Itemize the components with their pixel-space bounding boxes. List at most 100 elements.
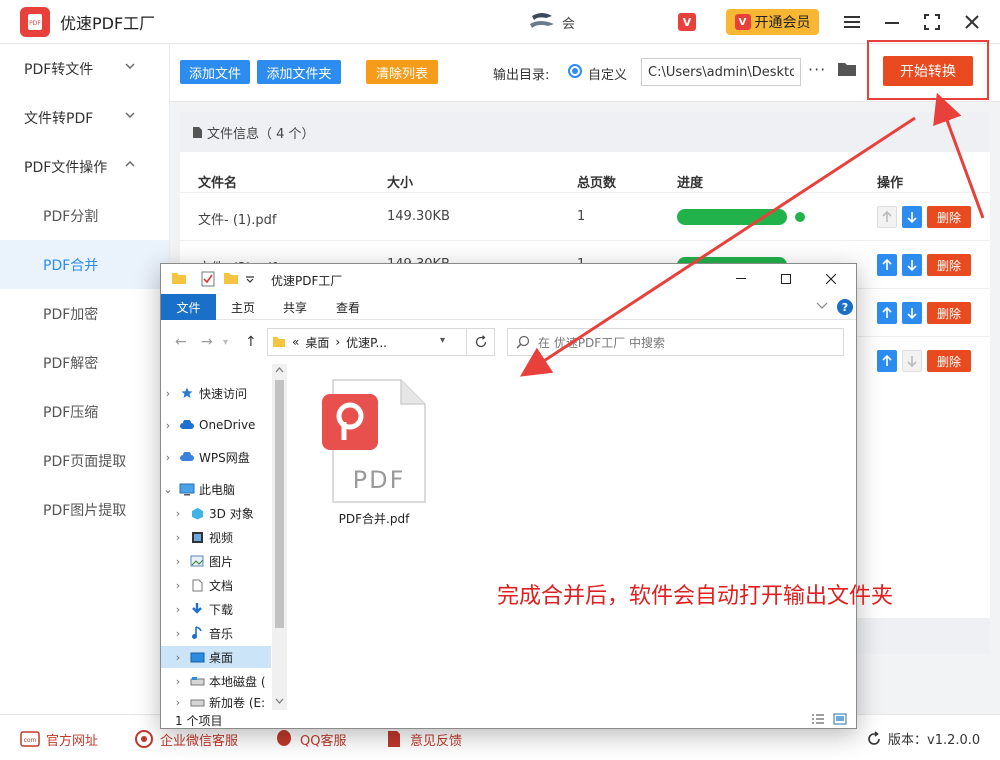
start-convert-button[interactable]: 开始转换: [883, 56, 973, 86]
vip-button[interactable]: V 开通会员: [726, 9, 819, 35]
sidebar-item-pdf-merge[interactable]: PDF合并: [0, 240, 169, 289]
custom-radio[interactable]: [568, 64, 582, 78]
delete-button[interactable]: 删除: [927, 206, 971, 228]
nav-this-pc[interactable]: ⌄ 此电脑: [161, 478, 271, 500]
refresh-button[interactable]: [466, 328, 494, 356]
nav-new-volume[interactable]: › 新加卷 (E:: [161, 694, 271, 710]
explorer-status-bar: 1 个项目: [161, 710, 856, 728]
chevron-down-icon[interactable]: [816, 300, 828, 310]
properties-icon[interactable]: [201, 271, 215, 287]
move-down-icon[interactable]: [902, 206, 922, 228]
version-info[interactable]: 版本：v1.2.0.0: [866, 729, 980, 748]
move-up-icon[interactable]: [877, 302, 897, 324]
nav-music[interactable]: › 音乐: [161, 622, 271, 644]
minimize-icon[interactable]: [880, 10, 904, 34]
sidebar-item-pdf-operations[interactable]: PDF文件操作: [0, 142, 169, 191]
tab-home[interactable]: 主页: [223, 294, 263, 320]
nav-wps-drive[interactable]: › WPS网盘: [161, 446, 271, 468]
search-placeholder: 在 优速PDF工厂 中搜索: [538, 335, 666, 350]
menu-icon[interactable]: [840, 10, 864, 34]
picture-icon: [189, 554, 205, 568]
address-segment-desktop[interactable]: 桌面: [305, 334, 329, 351]
wecom-service-link[interactable]: 企业微信客服: [134, 729, 238, 749]
sidebar-item-pdf-split[interactable]: PDF分割: [0, 191, 169, 240]
nav-scrollbar[interactable]: [272, 364, 287, 710]
move-up-icon[interactable]: [877, 350, 897, 372]
move-up-icon[interactable]: [877, 254, 897, 276]
output-path-input[interactable]: [641, 58, 801, 86]
sidebar-item-pdf-to-file[interactable]: PDF转文件: [0, 44, 169, 93]
scroll-up-icon[interactable]: [275, 367, 284, 373]
move-down-icon[interactable]: [902, 302, 922, 324]
tab-share[interactable]: 共享: [275, 294, 315, 320]
nav-quick-access[interactable]: › 快速访问: [161, 382, 271, 404]
add-file-button[interactable]: 添加文件: [180, 60, 250, 84]
nav-label: OneDrive: [199, 418, 256, 432]
qq-icon: [274, 729, 294, 749]
sidebar-item-pdf-image-extract[interactable]: PDF图片提取: [0, 485, 169, 534]
nav-desktop[interactable]: › 桌面: [161, 646, 271, 668]
clear-list-button[interactable]: 清除列表: [366, 60, 438, 84]
recent-locations-icon[interactable]: ▾: [223, 337, 228, 348]
back-arrow-icon[interactable]: ←: [175, 334, 187, 350]
tab-file[interactable]: 文件: [161, 294, 216, 320]
video-icon: [189, 530, 205, 544]
customize-quick-access-icon[interactable]: [245, 275, 255, 283]
explorer-minimize-icon[interactable]: [721, 268, 761, 290]
address-bar[interactable]: « 桌面 › 优速P... ▾: [267, 328, 495, 356]
scroll-down-icon[interactable]: [275, 698, 284, 704]
close-icon[interactable]: [960, 10, 984, 34]
nav-label: WPS网盘: [199, 450, 250, 465]
delete-button[interactable]: 删除: [927, 254, 971, 276]
feedback-link[interactable]: 意见反馈: [384, 729, 462, 749]
large-icons-view-icon[interactable]: [833, 713, 847, 725]
up-arrow-icon[interactable]: ↑: [245, 334, 257, 350]
explorer-close-icon[interactable]: [811, 268, 851, 290]
forward-arrow-icon[interactable]: →: [201, 334, 213, 350]
nav-label: 音乐: [209, 626, 234, 641]
nav-pictures[interactable]: › 图片: [161, 550, 271, 572]
help-icon[interactable]: ?: [837, 299, 853, 315]
sidebar-item-file-to-pdf[interactable]: 文件转PDF: [0, 93, 169, 142]
table-row: 文件- (1).pdf 149.30KB 1 删除: [180, 192, 990, 240]
nav-label: 快速访问: [199, 386, 248, 401]
nav-documents[interactable]: › 文档: [161, 574, 271, 596]
nav-3d-objects[interactable]: › 3D 对象: [161, 502, 271, 524]
nav-videos[interactable]: › 视频: [161, 526, 271, 548]
sidebar-item-label: PDF压缩: [43, 404, 99, 421]
svg-text:PDF: PDF: [29, 20, 41, 27]
scroll-thumb[interactable]: [275, 380, 284, 628]
pdf-file-item[interactable]: PDF PDF合并.pdf: [319, 376, 429, 526]
address-dropdown-icon[interactable]: ▾: [440, 335, 445, 346]
nav-downloads[interactable]: › 下载: [161, 598, 271, 620]
tab-view[interactable]: 查看: [328, 294, 368, 320]
address-segment-folder[interactable]: 优速P...: [346, 334, 387, 351]
sidebar-item-pdf-page-extract[interactable]: PDF页面提取: [0, 436, 169, 485]
add-folder-button[interactable]: 添加文件夹: [257, 60, 341, 84]
custom-radio-label: 自定义: [588, 68, 628, 83]
user-area[interactable]: 会 V: [528, 10, 696, 34]
column-header: 大小: [387, 176, 414, 191]
folder-icon[interactable]: [837, 60, 857, 78]
new-folder-icon[interactable]: [223, 271, 239, 285]
sidebar-item-label: 文件转PDF: [24, 110, 94, 127]
delete-button[interactable]: 删除: [927, 350, 971, 372]
explorer-search-input[interactable]: 在 优速PDF工厂 中搜索: [507, 328, 844, 356]
music-icon: [189, 626, 205, 640]
maximize-icon[interactable]: [920, 10, 944, 34]
qq-service-link[interactable]: QQ客服: [274, 729, 346, 749]
delete-button[interactable]: 删除: [927, 302, 971, 324]
sidebar-item-pdf-compress[interactable]: PDF压缩: [0, 387, 169, 436]
feedback-icon: [384, 729, 404, 749]
official-site-link[interactable]: com 官方网址: [20, 729, 98, 749]
sidebar-item-pdf-encrypt[interactable]: PDF加密: [0, 289, 169, 338]
nav-label: 视频: [209, 530, 234, 545]
browse-more-icon[interactable]: ···: [808, 60, 826, 79]
move-down-icon[interactable]: [902, 254, 922, 276]
nav-onedrive[interactable]: › OneDrive: [161, 414, 271, 436]
explorer-maximize-icon[interactable]: [766, 268, 806, 290]
address-overflow[interactable]: «: [292, 335, 299, 349]
details-view-icon[interactable]: [811, 713, 825, 725]
nav-local-disk[interactable]: › 本地磁盘 (: [161, 670, 271, 692]
sidebar-item-pdf-decrypt[interactable]: PDF解密: [0, 338, 169, 387]
